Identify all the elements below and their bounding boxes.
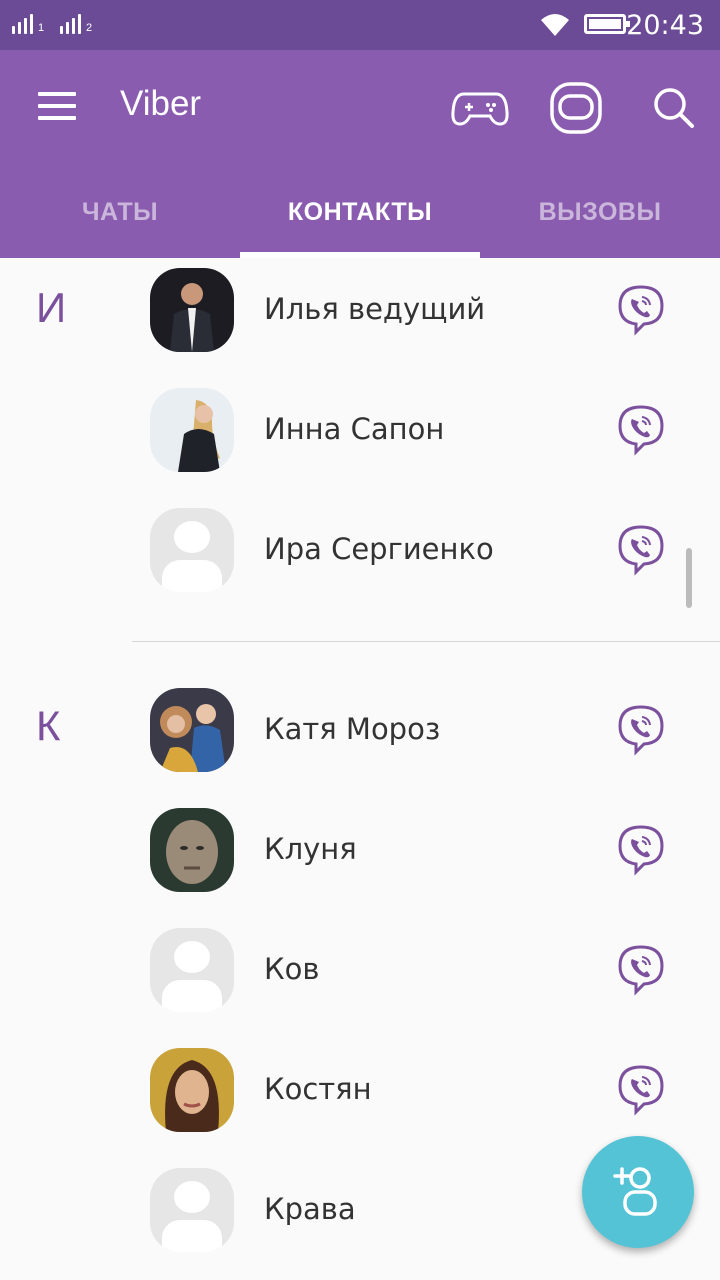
viber-call-icon[interactable] — [616, 524, 666, 576]
battery-icon — [584, 14, 630, 34]
contact-avatar — [150, 268, 234, 352]
contact-name: Костян — [264, 1072, 372, 1106]
viber-call-icon[interactable] — [616, 704, 666, 756]
contact-avatar — [150, 1048, 234, 1132]
add-contact-icon — [613, 1167, 657, 1216]
contact-name: Клуня — [264, 832, 357, 866]
signal-sim1-icon: 1 — [12, 12, 44, 34]
tab-bar: ЧАТЫ КОНТАКТЫ ВЫЗОВЫ — [0, 180, 720, 258]
default-avatar-icon — [150, 928, 234, 1012]
contact-name: Инна Сапон — [264, 412, 445, 446]
signal-sim2-icon: 2 — [60, 12, 92, 34]
app-bar: Viber ЧАТЫ КОНТАКТЫ ВЫЗОВЫ — [0, 50, 720, 258]
sticker-market-icon[interactable] — [546, 80, 606, 136]
scrollbar[interactable] — [686, 548, 692, 608]
contact-row[interactable]: Инна Сапон — [0, 378, 720, 498]
tab-calls[interactable]: ВЫЗОВЫ — [480, 180, 720, 258]
app-title: Viber — [120, 84, 202, 123]
contact-name: Ира Сергиенко — [264, 532, 494, 566]
contact-name: Ков — [264, 952, 320, 986]
tab-contacts[interactable]: КОНТАКТЫ — [240, 180, 480, 258]
default-avatar-icon — [150, 1168, 234, 1252]
contact-name: Крава — [264, 1192, 356, 1226]
contact-avatar — [150, 808, 234, 892]
contact-avatar — [150, 688, 234, 772]
contact-name: Илья ведущий — [264, 292, 486, 326]
section-divider — [132, 641, 720, 642]
contact-row[interactable]: Клуня — [0, 798, 720, 918]
contact-list[interactable]: И Илья ведущий Инна Сапон Ира Сергиенко … — [0, 258, 720, 1280]
default-avatar-icon — [150, 508, 234, 592]
contact-row[interactable]: Ира Сергиенко — [0, 498, 720, 618]
search-icon[interactable] — [646, 80, 706, 136]
viber-call-icon[interactable] — [616, 1064, 666, 1116]
menu-icon[interactable] — [38, 92, 76, 122]
add-contact-button[interactable] — [582, 1136, 694, 1248]
viber-call-icon[interactable] — [616, 284, 666, 336]
contact-row[interactable]: Ков — [0, 918, 720, 1038]
contact-row[interactable]: Илья ведущий — [0, 258, 720, 378]
contact-row[interactable]: Катя Мороз — [0, 678, 720, 798]
status-bar: 1 2 20:43 — [0, 0, 720, 50]
contact-avatar — [150, 388, 234, 472]
games-icon[interactable] — [450, 80, 510, 136]
viber-call-icon[interactable] — [616, 824, 666, 876]
contact-name: Катя Мороз — [264, 712, 441, 746]
viber-call-icon[interactable] — [616, 944, 666, 996]
tab-chats[interactable]: ЧАТЫ — [0, 180, 240, 258]
viber-call-icon[interactable] — [616, 404, 666, 456]
wifi-icon — [541, 14, 569, 36]
status-time: 20:43 — [626, 10, 704, 41]
